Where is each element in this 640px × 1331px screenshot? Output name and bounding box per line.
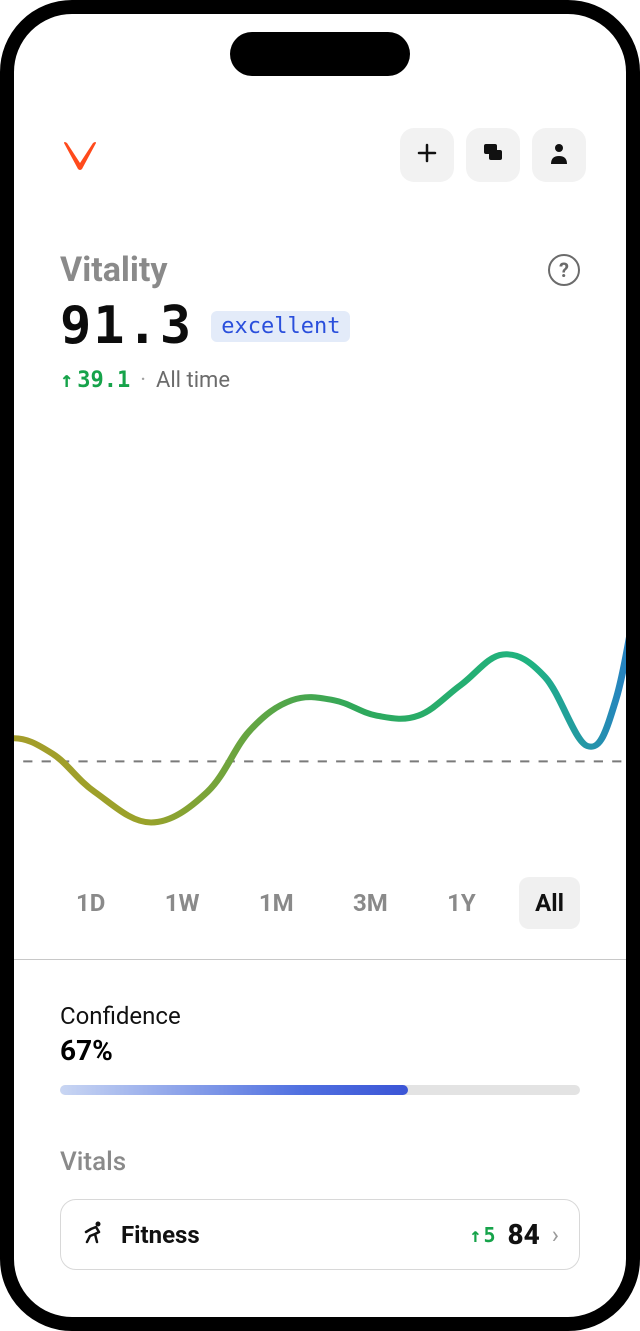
arrow-up-icon: ↑ [60,368,73,393]
phone-notch [230,32,410,76]
arrow-up-icon: ↑ [469,1223,481,1247]
header-actions [400,128,586,182]
app-screen: Vitality ? 91.3 excellent ↑39.1 · All ti… [14,14,626,1317]
confidence-bar [60,1085,580,1095]
runner-icon [81,1220,107,1250]
person-icon [549,142,569,168]
vitality-chart[interactable] [0,433,640,853]
vitals-section: Vitals Fitness ↑5 84 › [14,1095,626,1270]
app-header [14,114,626,196]
tab-3m[interactable]: 3M [337,877,404,929]
confidence-section: Confidence 67% [14,960,626,1095]
confidence-fill [60,1085,408,1095]
vitality-section: Vitality ? 91.3 excellent ↑39.1 · All ti… [14,196,626,393]
messages-button[interactable] [466,128,520,182]
vitality-title: Vitality [60,250,168,290]
time-range-tabs: 1D 1W 1M 3M 1Y All [14,877,626,929]
separator-dot: · [140,368,146,393]
add-button[interactable] [400,128,454,182]
vitality-period: All time [156,368,230,393]
chevron-right-icon: › [552,1221,559,1249]
tab-1m[interactable]: 1M [243,877,310,929]
tab-all[interactable]: All [519,877,580,929]
vital-score: 84 [507,1218,539,1251]
tab-1y[interactable]: 1Y [431,877,492,929]
vitality-score: 91.3 [60,296,193,356]
vital-card-fitness[interactable]: Fitness ↑5 84 › [60,1199,580,1270]
phone-frame: Vitality ? 91.3 excellent ↑39.1 · All ti… [0,0,640,1331]
tab-1d[interactable]: 1D [60,877,121,929]
vital-delta: ↑5 [469,1223,495,1247]
chart-line [0,464,640,823]
plus-icon [417,143,437,167]
chat-icon [482,142,504,168]
vitality-badge: excellent [211,311,350,342]
question-icon: ? [559,258,569,282]
confidence-label: Confidence [60,1002,580,1030]
tab-1w[interactable]: 1W [149,877,216,929]
help-button[interactable]: ? [548,254,580,286]
vitality-delta: ↑39.1 [60,368,130,393]
vitals-heading: Vitals [60,1147,580,1177]
vital-name: Fitness [121,1221,200,1249]
confidence-value: 67% [60,1034,580,1067]
app-logo[interactable] [60,139,100,171]
profile-button[interactable] [532,128,586,182]
